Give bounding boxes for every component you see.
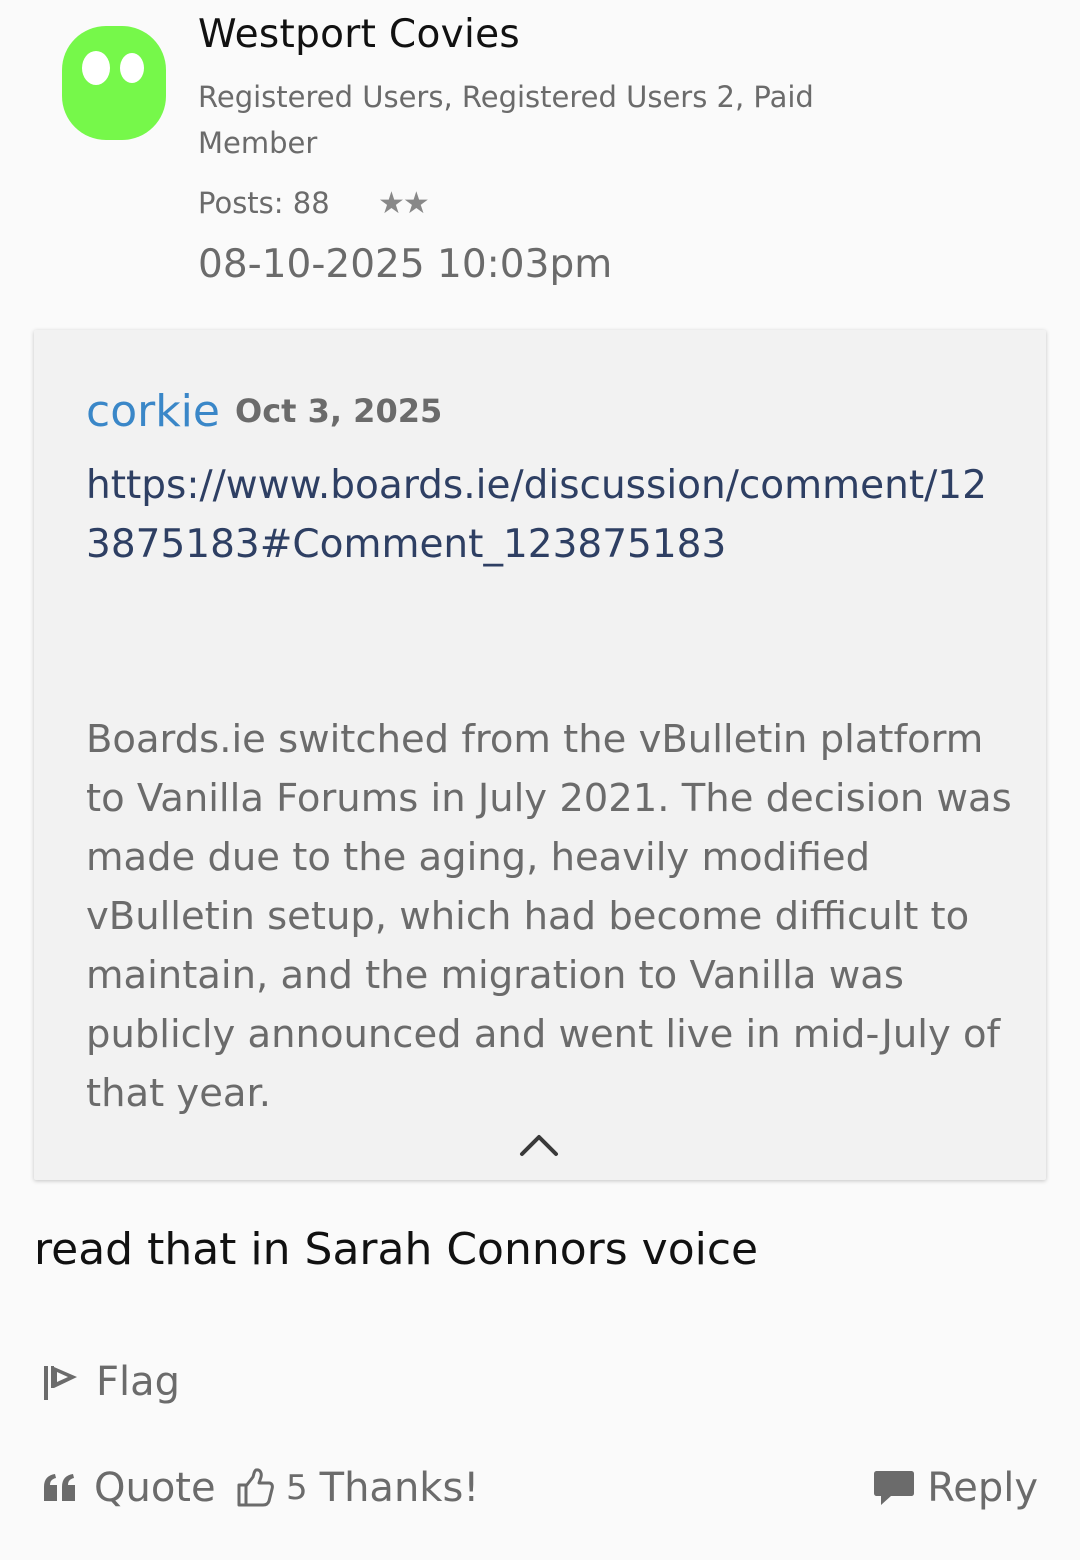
chevron-up-icon[interactable] xyxy=(519,1130,559,1158)
quote-button[interactable]: Quote xyxy=(42,1458,216,1518)
quote-icon xyxy=(44,1474,75,1501)
post-actions: Quote 5 Thanks! Reply xyxy=(42,1458,1038,1518)
author-name[interactable]: Westport Covies xyxy=(198,12,520,57)
quote-text: Boards.ie switched from the vBulletin pl… xyxy=(86,717,1012,1116)
flag-icon xyxy=(44,1366,77,1400)
reply-label: Reply xyxy=(927,1465,1038,1511)
rank-stars-icon: ★★ xyxy=(378,186,430,221)
flag-label: Flag xyxy=(96,1359,181,1405)
quote-block: corkie Oct 3, 2025 https://www.boards.ie… xyxy=(34,330,1046,1180)
quote-author[interactable]: corkie xyxy=(86,386,220,437)
author-roles: Registered Users, Registered Users 2, Pa… xyxy=(198,80,814,160)
flag-button[interactable]: Flag xyxy=(42,1352,180,1412)
post-body: read that in Sarah Connors voice xyxy=(34,1224,759,1275)
thanks-button[interactable]: 5 Thanks! xyxy=(236,1458,479,1518)
reply-button[interactable]: Reply xyxy=(873,1458,1038,1518)
post-count: Posts: 88 xyxy=(198,186,330,220)
thumbs-up-icon xyxy=(237,1468,274,1507)
thanks-label: Thanks! xyxy=(319,1465,480,1511)
speech-bubble-icon xyxy=(874,1471,915,1505)
avatar[interactable] xyxy=(56,24,172,142)
quote-link[interactable]: https://www.boards.ie/discussion/comment… xyxy=(86,456,1006,574)
post-date[interactable]: 08-10-2025 10:03pm xyxy=(198,242,612,287)
thanks-count: 5 xyxy=(286,1468,308,1508)
quote-label: Quote xyxy=(94,1465,216,1511)
quote-date: Oct 3, 2025 xyxy=(235,392,443,430)
